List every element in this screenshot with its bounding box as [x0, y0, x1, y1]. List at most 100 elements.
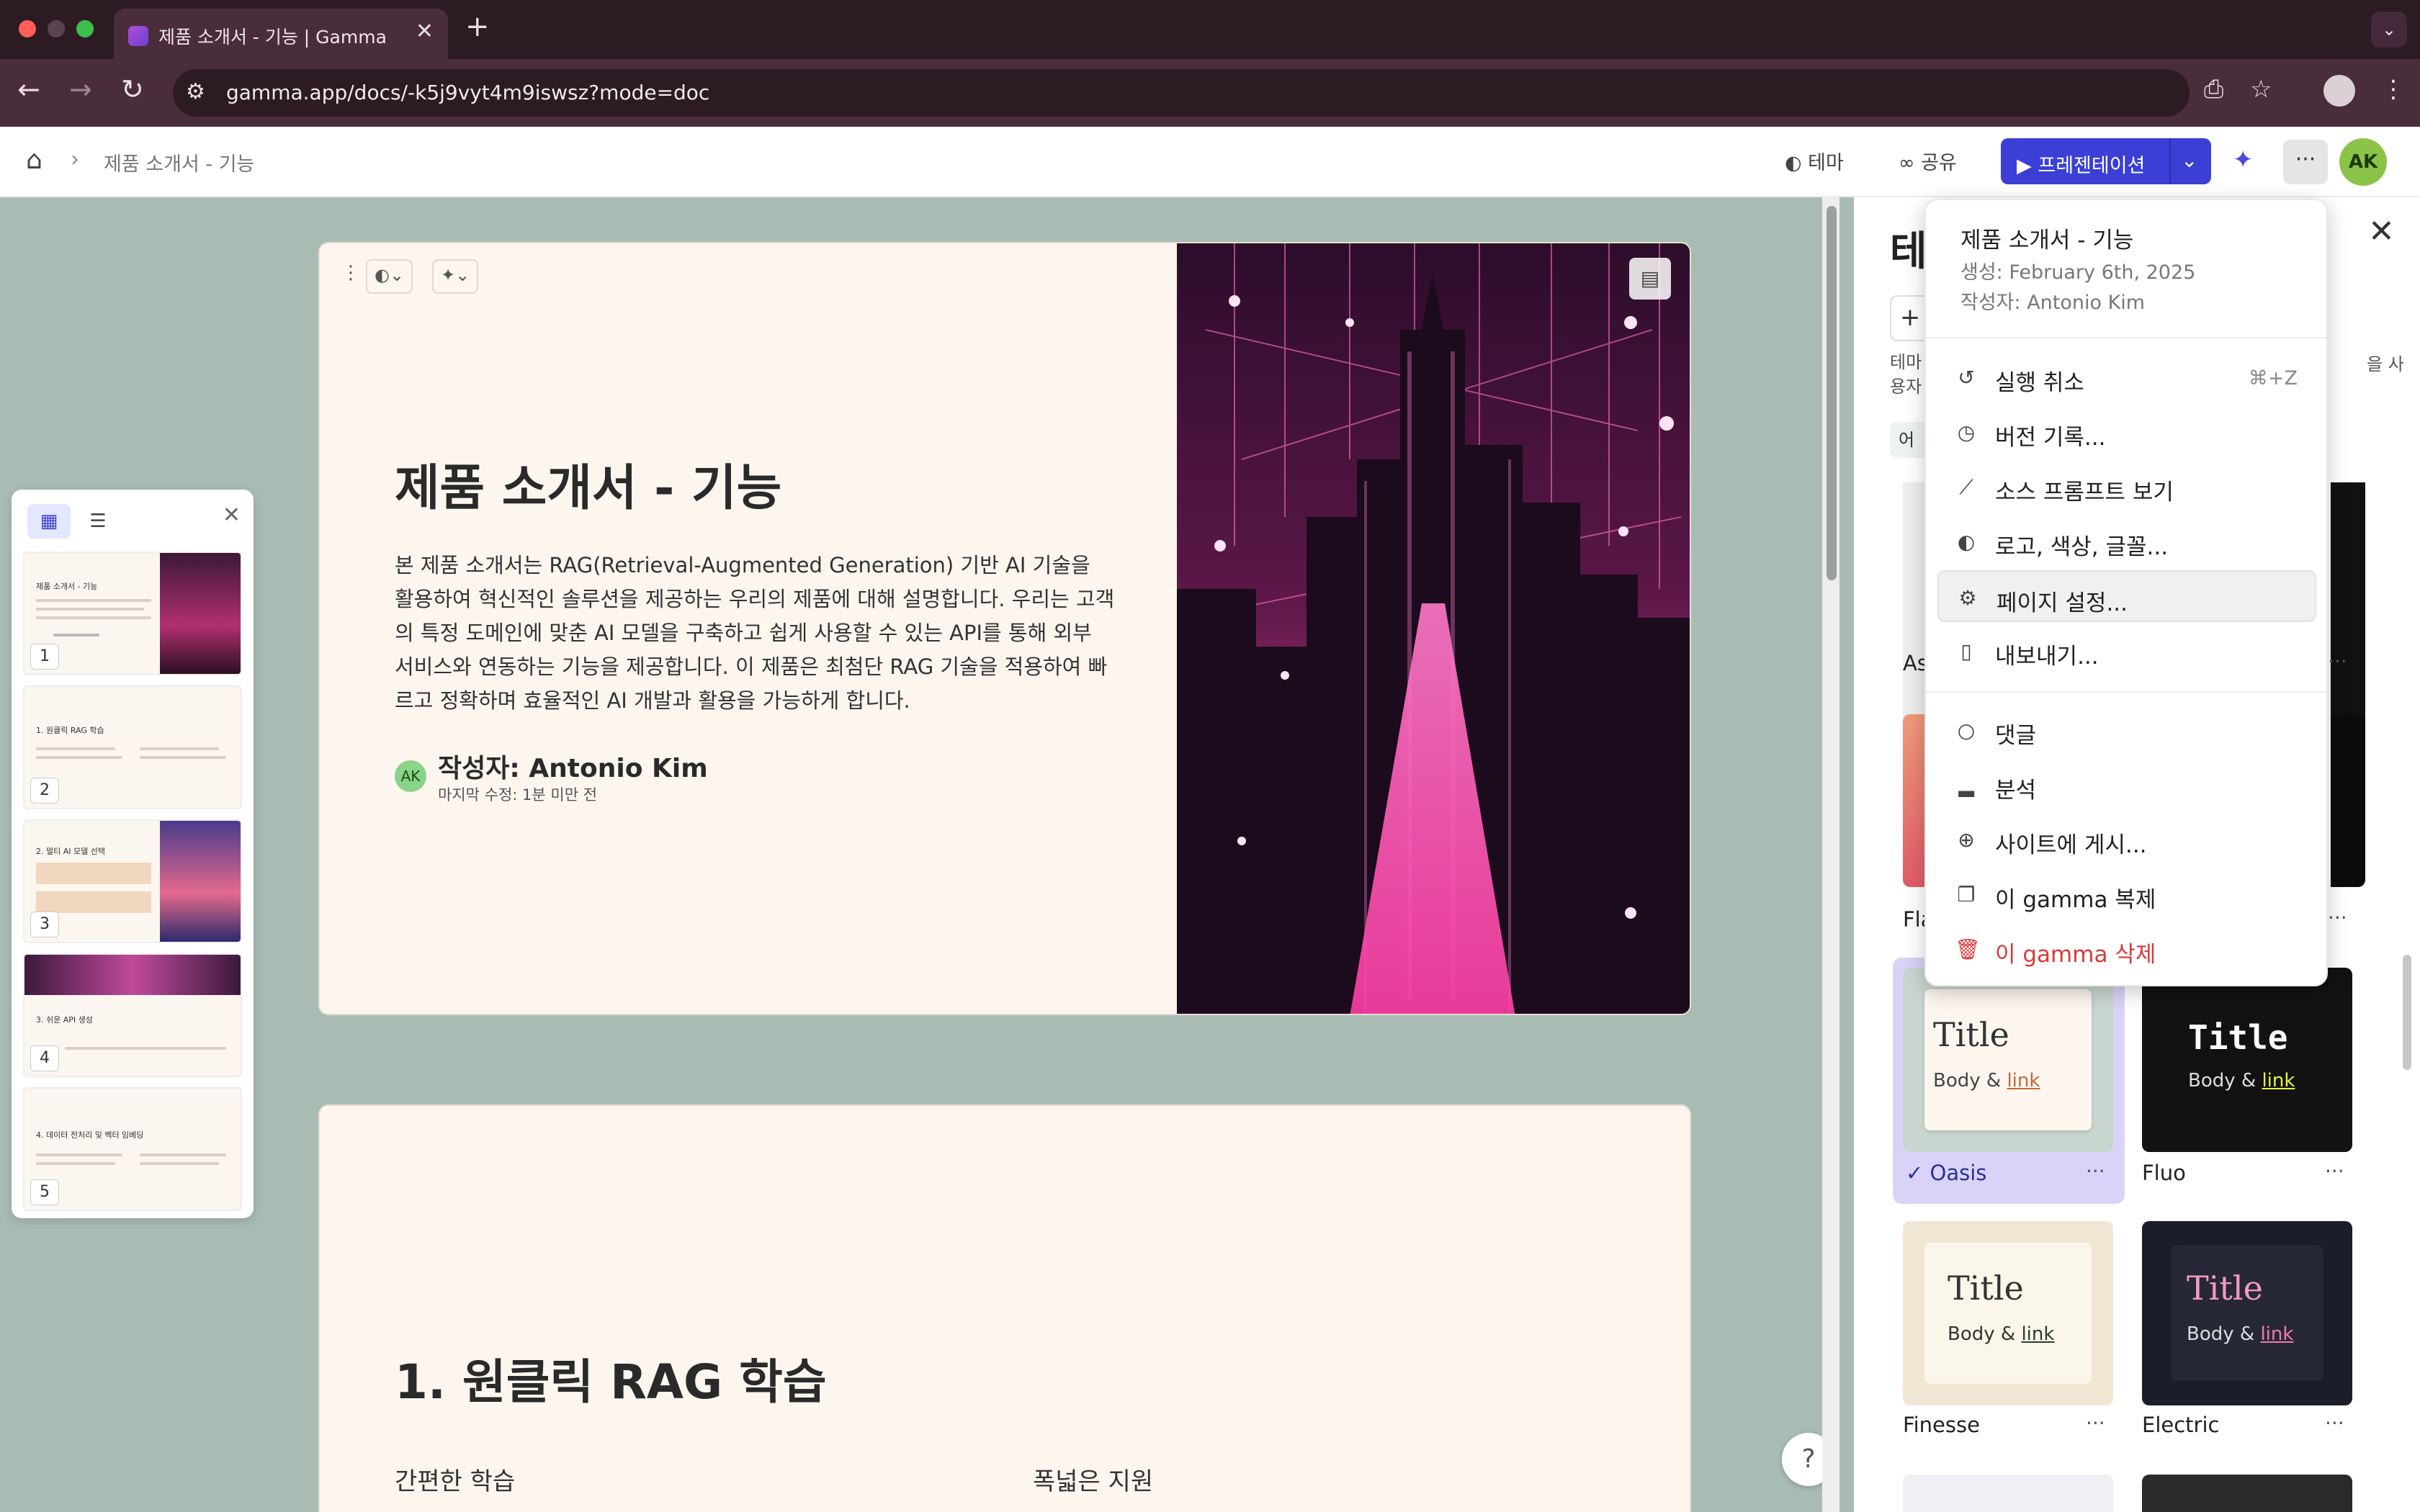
bookmark-star-icon[interactable]: ☆ [2250, 75, 2272, 104]
thumbnail-number: 2 [30, 778, 59, 804]
minimize-window-button[interactable] [48, 20, 65, 37]
list-view-icon[interactable]: ☰ [76, 504, 120, 539]
cyber-city-image[interactable] [1177, 243, 1690, 1014]
title-card[interactable]: ⋮ ◐⌄ ✦⌄ 제품 소개서 - 기능 본 제품 소개서는 RAG(Retrie… [318, 242, 1691, 1015]
theme-card-electric[interactable]: Title Body & link [2142, 1221, 2352, 1405]
menu-author: 작성자: Antonio Kim [1960, 292, 2146, 314]
theme-panel-description-right: 을 사 [2367, 354, 2404, 374]
card-title[interactable]: 제품 소개서 - 기능 [395, 448, 781, 519]
more-icon[interactable]: ··· [2328, 906, 2347, 930]
theme-button[interactable]: ◐ 테마 [1785, 147, 1844, 175]
slide-thumbnail-panel: ▦ ☰ ✕ 제품 소개서 - 기능 1 1. 원클릭 RAG 학습 2 2. 멀… [12, 490, 254, 1218]
theme-title-sample: Title [2188, 1018, 2288, 1057]
home-icon[interactable]: ⌂ [26, 145, 42, 175]
more-icon[interactable]: ··· [2328, 649, 2347, 673]
more-icon[interactable]: ··· [2325, 1159, 2344, 1183]
menu-item-page-settings[interactable]: ⚙ 페이지 설정... [1937, 570, 2316, 622]
notes-icon[interactable]: ▤ [1629, 258, 1671, 300]
forward-arrow-icon[interactable]: → [69, 73, 92, 105]
back-arrow-icon[interactable]: ← [17, 73, 40, 105]
theme-button-label: 테마 [1808, 152, 1844, 174]
maximize-window-button[interactable] [76, 20, 94, 37]
user-avatar[interactable]: AK [2339, 138, 2387, 186]
reload-icon[interactable]: ↻ [121, 73, 144, 105]
theme-name-oasis[interactable]: ✓ Oasis [1906, 1161, 1986, 1185]
thumbnail-title: 제품 소개서 - 기능 [36, 582, 98, 591]
thumbnail-title: 3. 쉬운 API 생성 [36, 1015, 93, 1025]
menu-item-delete[interactable]: 🗑 이 gamma 삭제 [1937, 923, 2316, 975]
present-button[interactable]: ▶ 프레젠테이션 ⌄ [2001, 138, 2211, 184]
theme-name-fluo[interactable]: Fluo [2142, 1161, 2186, 1185]
menu-item-logo-colors-fonts[interactable]: ◐ 로고, 색상, 글꼴... [1937, 516, 2316, 567]
tab-close-icon[interactable]: ✕ [416, 19, 434, 44]
play-icon: ▶ [2017, 155, 2032, 177]
undo-shortcut: ⌘+Z [2248, 367, 2298, 390]
thumbnail-image [160, 553, 241, 674]
thumbnail-slide-1[interactable]: 제품 소개서 - 기능 1 [23, 552, 242, 675]
thumbnail-slide-3[interactable]: 2. 멀티 AI 모델 선택 3 [23, 819, 242, 943]
menu-item-analytics[interactable]: ▂ 분석 [1937, 759, 2316, 811]
present-button-label: 프레젠테이션 [2038, 155, 2146, 177]
thumbnail-slide-5[interactable]: 4. 데이터 전처리 및 벡터 임베딩 5 [23, 1087, 242, 1211]
theme-title-sample: Title [2187, 1269, 2263, 1308]
more-icon[interactable]: ··· [2086, 1159, 2105, 1183]
browser-tab-bar: 제품 소개서 - 기능 | Gamma ✕ + ⌄ [0, 0, 2420, 59]
browser-menu-icon[interactable]: ⋮ [2381, 75, 2406, 104]
theme-card-fluo[interactable]: Title Body & link [2142, 968, 2352, 1152]
last-modified: 마지막 수정: 1분 미만 전 [438, 786, 598, 804]
section-title[interactable]: 1. 원클릭 RAG 학습 [395, 1344, 827, 1413]
menu-item-export[interactable]: ▯ 내보내기... [1937, 625, 2316, 677]
ai-sparkle-icon[interactable]: ✦ [2233, 145, 2254, 174]
clock-icon: ◷ [1957, 420, 1976, 444]
theme-body-sample: Body & link [1933, 1070, 2040, 1092]
menu-item-duplicate[interactable]: ❐ 이 gamma 복제 [1937, 868, 2316, 920]
browser-tab[interactable]: 제품 소개서 - 기능 | Gamma ✕ [114, 9, 448, 59]
site-settings-icon[interactable]: ⚙ [186, 79, 205, 104]
theme-name-electric[interactable]: Electric [2142, 1413, 2219, 1437]
grid-view-icon[interactable]: ▦ [27, 504, 71, 539]
thumbnail-number: 1 [30, 644, 59, 670]
close-icon[interactable]: ✕ [2368, 213, 2395, 250]
theme-name-finesse[interactable]: Finesse [1903, 1413, 1980, 1437]
card-ai-button[interactable]: ✦⌄ [432, 259, 479, 294]
theme-title-sample: Title [1948, 1269, 2024, 1308]
tab-search-chevron-icon[interactable]: ⌄ [2371, 12, 2407, 48]
menu-item-undo[interactable]: ↺ 실행 취소 ⌘+Z [1937, 351, 2316, 403]
undo-icon: ↺ [1958, 366, 1975, 390]
menu-item-publish-site[interactable]: ⊕ 사이트에 게시... [1937, 814, 2316, 865]
more-options-button[interactable]: ··· [2283, 140, 2328, 184]
section-subheading-2[interactable]: 폭넓은 지원 [1033, 1462, 1153, 1497]
section-subheading-1[interactable]: 간편한 학습 [395, 1462, 515, 1497]
url-field[interactable]: ⚙ gamma.app/docs/-k5j9vyt4m9iswsz?mode=d… [173, 69, 2190, 117]
theme-body-sample: Body & link [2187, 1323, 2294, 1345]
gamma-favicon-icon [128, 26, 148, 46]
theme-panel-scrollbar[interactable] [2403, 955, 2411, 1070]
browser-profile-avatar[interactable] [2323, 75, 2355, 107]
theme-preview-partial[interactable] [2331, 714, 2365, 887]
more-icon[interactable]: ··· [2086, 1411, 2105, 1435]
menu-item-view-source-prompt[interactable]: ⟋ 소스 프롬프트 보기 [1937, 461, 2316, 513]
menu-item-comments[interactable]: ○ 댓글 [1937, 704, 2316, 756]
new-tab-plus-icon[interactable]: + [465, 10, 490, 43]
theme-card-finesse[interactable]: Title Body & link [1903, 1221, 2113, 1405]
theme-card-oasis[interactable]: Title Body & link [1903, 968, 2113, 1152]
thumbnail-slide-2[interactable]: 1. 원클릭 RAG 학습 2 [23, 685, 242, 809]
card-body-text[interactable]: 본 제품 소개서는 RAG(Retrieval-Augmented Genera… [395, 549, 1115, 718]
card-drag-handle-icon[interactable]: ⋮ [341, 262, 360, 284]
section-card[interactable]: 1. 원클릭 RAG 학습 간편한 학습 폭넓은 지원 [318, 1104, 1691, 1512]
chevron-down-icon[interactable]: ⌄ [2181, 148, 2197, 172]
close-icon[interactable]: ✕ [223, 503, 241, 528]
close-window-button[interactable] [19, 20, 36, 37]
thumbnail-slide-4[interactable]: 3. 쉬운 API 생성 4 [23, 953, 242, 1077]
theme-preview-partial[interactable] [1903, 1475, 2113, 1512]
menu-item-version-history[interactable]: ◷ 버전 기록... [1937, 406, 2316, 458]
browser-address-bar: ← → ↻ ⚙ gamma.app/docs/-k5j9vyt4m9iswsz?… [0, 59, 2420, 127]
url-text[interactable]: gamma.app/docs/-k5j9vyt4m9iswsz?mode=doc [226, 81, 709, 104]
main-scrollbar-thumb[interactable] [1827, 206, 1837, 580]
breadcrumb[interactable]: 제품 소개서 - 기능 [104, 148, 254, 176]
install-app-icon[interactable]: ⎙ [2204, 75, 2223, 104]
theme-preview-partial[interactable] [2142, 1475, 2352, 1512]
card-style-button[interactable]: ◐⌄ [366, 259, 413, 294]
more-icon[interactable]: ··· [2325, 1411, 2344, 1435]
share-button[interactable]: ∞ 공유 [1899, 147, 1957, 175]
